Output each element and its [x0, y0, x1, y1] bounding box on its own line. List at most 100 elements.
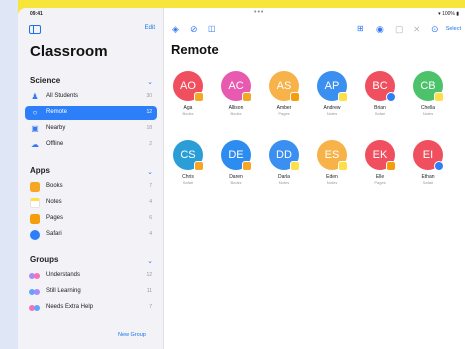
sidebar-item-label: Books — [46, 183, 63, 189]
books-app-icon — [194, 92, 204, 102]
sidebar-item-needs-extra-help[interactable]: Needs Extra Help 7 — [25, 301, 157, 315]
sidebar-item-label: Notes — [46, 199, 62, 205]
remote-icon: ○ — [32, 108, 38, 117]
main-content: ◈ ⊘ ◫ ⊞ ◉ ▢ ⨯ ⊙ Select Remote AO Aga Boo… — [164, 8, 465, 349]
sidebar-item-all-students[interactable]: ♟ All Students 30 — [25, 90, 157, 104]
notes-app-icon — [290, 161, 300, 171]
sidebar-item-understands[interactable]: Understands 12 — [25, 269, 157, 283]
sidebar-item-notes[interactable]: Notes 4 — [25, 196, 157, 210]
sidebar-item-count: 12 — [146, 109, 152, 115]
sidebar-item-count: 18 — [146, 125, 152, 131]
sidebar-item-label: Pages — [46, 215, 64, 221]
new-group-button[interactable]: New Group — [118, 332, 146, 338]
section-header-apps: Apps — [30, 166, 50, 175]
inbox-icon[interactable]: ◫ — [208, 24, 216, 34]
sidebar-item-count: 7 — [149, 183, 152, 189]
select-button[interactable]: Select — [446, 26, 461, 32]
sidebar-item-count: 2 — [149, 141, 152, 147]
group-icon — [29, 273, 41, 279]
student-tile[interactable]: AO Aga Books — [168, 71, 208, 131]
student-tile[interactable]: ES Eden Notes — [312, 140, 352, 200]
battery-status: ▾ 100% ▮ — [438, 11, 459, 17]
sidebar-item-label: Safari — [46, 231, 62, 237]
status-time: 09:41 — [30, 11, 43, 17]
student-app: Books — [230, 180, 242, 185]
safari-app-icon — [386, 92, 396, 102]
notes-app-icon — [338, 161, 348, 171]
sidebar-item-label: Remote — [46, 109, 68, 115]
status-bar: 09:41 ••• ▾ 100% ▮ — [18, 8, 465, 20]
student-app: Notes — [278, 180, 290, 185]
pages-app-icon — [290, 92, 300, 102]
section-header-science: Science — [30, 76, 61, 85]
sidebar: Edit Classroom Science ⌄ ♟ All Students … — [18, 8, 164, 349]
student-app: Safari — [422, 180, 434, 185]
person-icon: ♟ — [31, 92, 39, 101]
student-tile[interactable]: CB Chella Notes — [408, 71, 448, 131]
student-tile[interactable]: EK Elle Pages — [360, 140, 400, 200]
student-tile[interactable]: CS Chris Safari — [168, 140, 208, 200]
mute-icon[interactable]: ⨯ — [413, 24, 421, 34]
group-icon — [29, 289, 41, 295]
student-app: Notes — [326, 180, 338, 185]
sidebar-item-still-learning[interactable]: Still Learning 11 — [25, 285, 157, 299]
books-app-icon — [30, 182, 40, 192]
compass-icon[interactable]: ⊘ — [190, 24, 198, 34]
student-app: Books — [230, 111, 242, 116]
sidebar-item-count: 12 — [146, 272, 152, 278]
sidebar-item-label: Needs Extra Help — [46, 304, 94, 310]
section-header-groups: Groups — [30, 255, 59, 264]
sidebar-item-pages[interactable]: Pages 6 — [25, 212, 157, 226]
sidebar-toggle-icon[interactable] — [29, 25, 41, 34]
student-app: Pages — [278, 111, 290, 116]
books-app-icon — [194, 161, 204, 171]
sidebar-item-books[interactable]: Books 7 — [25, 180, 157, 194]
student-app: Safari — [374, 111, 386, 116]
page-title: Remote — [171, 42, 219, 57]
books-app-icon — [242, 92, 252, 102]
chevron-down-icon[interactable]: ⌄ — [147, 78, 153, 86]
notes-app-icon — [30, 198, 40, 208]
edit-button[interactable]: Edit — [145, 25, 155, 31]
sidebar-item-count: 4 — [149, 199, 152, 205]
multitasking-dots-icon[interactable]: ••• — [254, 9, 264, 16]
sidebar-item-safari[interactable]: Safari 4 — [25, 228, 157, 242]
nearby-icon: ▣ — [31, 124, 39, 133]
eye-icon[interactable]: ◉ — [376, 24, 384, 34]
layers-icon[interactable]: ◈ — [172, 24, 179, 34]
sidebar-item-count: 11 — [146, 288, 152, 294]
more-icon[interactable]: ⊙ — [431, 24, 439, 34]
student-tile[interactable]: AS Amber Pages — [264, 71, 304, 131]
pages-app-icon — [30, 214, 40, 224]
safari-app-icon — [30, 230, 40, 240]
sidebar-item-label: Understands — [46, 272, 81, 278]
student-tile[interactable]: DE Daren Books — [216, 140, 256, 200]
student-app: Pages — [374, 180, 386, 185]
chevron-down-icon[interactable]: ⌄ — [147, 257, 153, 265]
sidebar-item-label: Still Learning — [46, 288, 81, 294]
notes-app-icon — [338, 92, 348, 102]
sidebar-item-label: Offline — [46, 141, 64, 147]
offline-icon: ☁ — [31, 140, 39, 149]
student-tile[interactable]: AC Allison Books — [216, 71, 256, 131]
lock-icon[interactable]: ▢ — [395, 24, 404, 34]
sidebar-item-offline[interactable]: ☁ Offline 2 — [25, 138, 157, 152]
student-app: Notes — [326, 111, 338, 116]
student-tile[interactable]: DD Darla Notes — [264, 140, 304, 200]
grid-icon[interactable]: ⊞ — [357, 24, 364, 34]
sidebar-item-nearby[interactable]: ▣ Nearby 18 — [25, 122, 157, 136]
chevron-down-icon[interactable]: ⌄ — [147, 168, 153, 176]
sidebar-item-count: 4 — [149, 231, 152, 237]
student-tile[interactable]: EI Ethan Safari — [408, 140, 448, 200]
student-tile[interactable]: AP Andrew Notes — [312, 71, 352, 131]
safari-app-icon — [434, 161, 444, 171]
student-tile[interactable]: BC Brian Safari — [360, 71, 400, 131]
sidebar-item-label: All Students — [46, 93, 79, 99]
ipad-screen: Edit Classroom Science ⌄ ♟ All Students … — [18, 8, 465, 349]
student-app: Safari — [182, 180, 194, 185]
group-icon — [29, 305, 41, 311]
sidebar-item-label: Nearby — [46, 125, 66, 131]
sidebar-item-count: 7 — [149, 304, 152, 310]
books-app-icon — [242, 161, 252, 171]
sidebar-item-remote[interactable]: ○ Remote 12 — [25, 106, 157, 120]
